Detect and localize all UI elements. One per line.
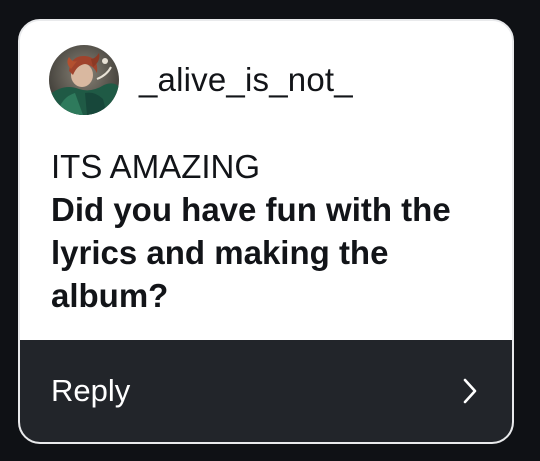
message-card: _alive_is_not_ ITS AMAZING Did you have … — [18, 19, 514, 444]
post-header: _alive_is_not_ — [49, 45, 353, 115]
message-line-1: ITS AMAZING — [51, 148, 261, 185]
chevron-right-icon — [463, 378, 477, 404]
message-text: ITS AMAZING Did you have fun with the ly… — [51, 145, 491, 317]
reply-label: Reply — [51, 373, 131, 408]
reply-button[interactable]: Reply — [20, 340, 512, 442]
username[interactable]: _alive_is_not_ — [139, 61, 353, 99]
message-line-2: Did you have fun with the lyrics and mak… — [51, 191, 451, 314]
message-body: _alive_is_not_ ITS AMAZING Did you have … — [20, 21, 512, 339]
profile-avatar-icon[interactable] — [49, 45, 119, 115]
